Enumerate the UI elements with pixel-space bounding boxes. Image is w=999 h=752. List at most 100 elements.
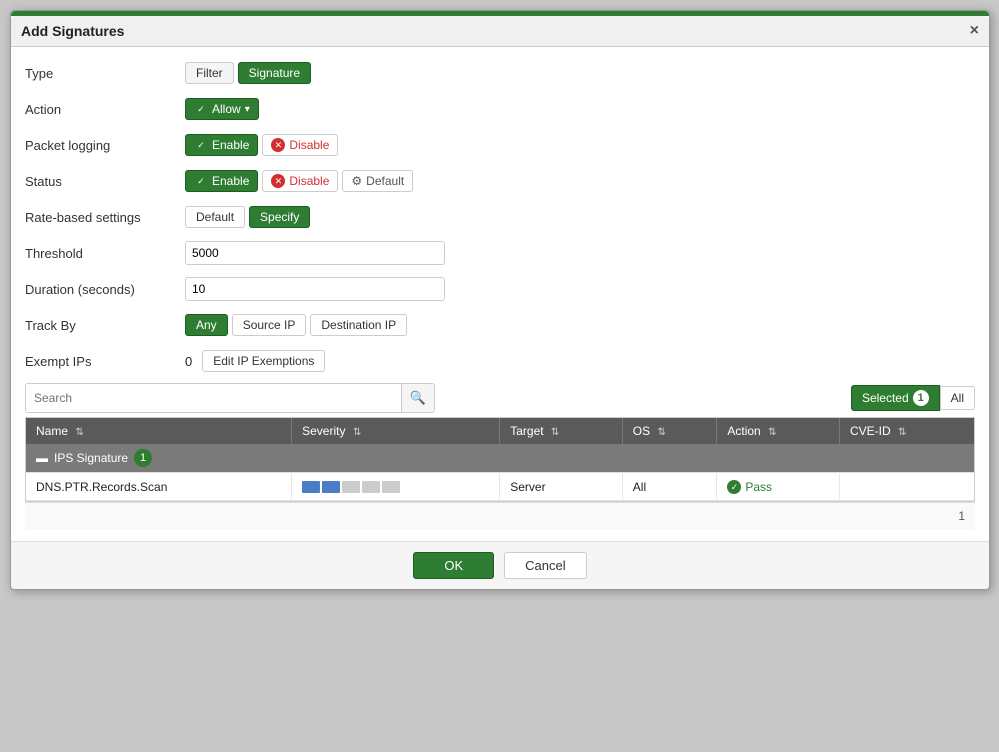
table-row[interactable]: DNS.PTR.Records.Scan Server All bbox=[26, 473, 974, 501]
all-button[interactable]: All bbox=[940, 386, 975, 410]
dialog-body: Type Filter Signature Action ✓ Allow ▾ P… bbox=[11, 47, 989, 541]
col-target[interactable]: Target ⇅ bbox=[500, 418, 623, 444]
allow-dropdown-arrow: ▾ bbox=[245, 104, 250, 115]
status-default-button[interactable]: ⚙ Default bbox=[342, 170, 413, 192]
search-icon: 🔍 bbox=[410, 390, 426, 405]
table-header-row: Name ⇅ Severity ⇅ Target ⇅ OS bbox=[26, 418, 974, 444]
status-enable-label: Enable bbox=[212, 174, 249, 188]
selected-all-container: Selected 1 All bbox=[851, 385, 975, 411]
selected-button[interactable]: Selected 1 bbox=[851, 385, 940, 411]
search-container: 🔍 bbox=[25, 383, 435, 413]
col-cve[interactable]: CVE-ID ⇅ bbox=[839, 418, 974, 444]
type-controls: Filter Signature bbox=[185, 62, 311, 84]
selected-badge: 1 bbox=[913, 390, 929, 406]
track-source-button[interactable]: Source IP bbox=[232, 314, 307, 336]
track-by-controls: Any Source IP Destination IP bbox=[185, 314, 407, 336]
exempt-count: 0 bbox=[185, 354, 192, 369]
threshold-row: Threshold bbox=[25, 239, 975, 267]
search-input[interactable] bbox=[26, 384, 401, 412]
collapse-icon[interactable]: ▬ bbox=[36, 451, 48, 465]
sev-block-3 bbox=[342, 481, 360, 493]
action-label: Action bbox=[25, 102, 185, 117]
dialog-title: Add Signatures bbox=[21, 23, 124, 39]
packet-logging-label: Packet logging bbox=[25, 138, 185, 153]
status-controls: ✓ Enable ✕ Disable ⚙ Default bbox=[185, 170, 413, 192]
severity-sort-icon: ⇅ bbox=[353, 427, 361, 438]
group-count: 1 bbox=[134, 449, 152, 467]
search-button[interactable]: 🔍 bbox=[401, 384, 434, 412]
track-by-label: Track By bbox=[25, 318, 185, 333]
edit-ip-button[interactable]: Edit IP Exemptions bbox=[202, 350, 325, 372]
rate-specify-button[interactable]: Specify bbox=[249, 206, 310, 228]
duration-row: Duration (seconds) bbox=[25, 275, 975, 303]
packet-logging-controls: ✓ Enable ✕ Disable bbox=[185, 134, 338, 156]
action-row: Action ✓ Allow ▾ bbox=[25, 95, 975, 123]
track-by-row: Track By Any Source IP Destination IP bbox=[25, 311, 975, 339]
status-enable-button[interactable]: ✓ Enable bbox=[185, 170, 258, 192]
action-controls: ✓ Allow ▾ bbox=[185, 98, 259, 120]
exempt-ips-row: Exempt IPs 0 Edit IP Exemptions bbox=[25, 347, 975, 375]
rate-based-row: Rate-based settings Default Specify bbox=[25, 203, 975, 231]
sev-block-2 bbox=[322, 481, 340, 493]
duration-controls bbox=[185, 277, 445, 301]
group-label: IPS Signature bbox=[54, 451, 128, 465]
close-button[interactable]: × bbox=[970, 22, 979, 40]
duration-label: Duration (seconds) bbox=[25, 282, 185, 297]
cell-cve bbox=[839, 473, 974, 501]
cve-sort-icon: ⇅ bbox=[898, 427, 906, 438]
cell-os: All bbox=[622, 473, 717, 501]
cell-action: ✓ Pass bbox=[717, 473, 840, 501]
action-allow-button[interactable]: ✓ Allow ▾ bbox=[185, 98, 259, 120]
name-sort-icon: ⇅ bbox=[75, 427, 83, 438]
type-row: Type Filter Signature bbox=[25, 59, 975, 87]
dialog-footer: OK Cancel bbox=[11, 541, 989, 589]
sev-block-1 bbox=[302, 481, 320, 493]
dialog-header: Add Signatures × bbox=[11, 16, 989, 47]
signatures-table-container: Name ⇅ Severity ⇅ Target ⇅ OS bbox=[25, 417, 975, 502]
threshold-controls bbox=[185, 241, 445, 265]
sev-block-5 bbox=[382, 481, 400, 493]
packet-enable-icon: ✓ bbox=[194, 138, 208, 152]
page-number: 1 bbox=[958, 509, 965, 523]
cell-target: Server bbox=[500, 473, 623, 501]
group-header-row: ▬ IPS Signature 1 bbox=[26, 444, 974, 473]
status-row: Status ✓ Enable ✕ Disable ⚙ Default bbox=[25, 167, 975, 195]
allow-label: Allow bbox=[212, 102, 241, 116]
rate-default-button[interactable]: Default bbox=[185, 206, 245, 228]
type-signature-button[interactable]: Signature bbox=[238, 62, 311, 84]
threshold-input[interactable] bbox=[185, 241, 445, 265]
status-disable-icon: ✕ bbox=[271, 174, 285, 188]
sev-block-4 bbox=[362, 481, 380, 493]
track-dest-button[interactable]: Destination IP bbox=[310, 314, 407, 336]
packet-enable-label: Enable bbox=[212, 138, 249, 152]
status-disable-label: Disable bbox=[289, 174, 329, 188]
rate-based-label: Rate-based settings bbox=[25, 210, 185, 225]
cell-name: DNS.PTR.Records.Scan bbox=[26, 473, 292, 501]
status-disable-button[interactable]: ✕ Disable bbox=[262, 170, 338, 192]
status-gear-icon: ⚙ bbox=[351, 174, 362, 188]
os-sort-icon: ⇅ bbox=[657, 427, 665, 438]
action-sort-icon: ⇅ bbox=[768, 427, 776, 438]
duration-input[interactable] bbox=[185, 277, 445, 301]
packet-disable-button[interactable]: ✕ Disable bbox=[262, 134, 338, 156]
selected-label: Selected bbox=[862, 391, 909, 405]
type-filter-button[interactable]: Filter bbox=[185, 62, 234, 84]
status-enable-icon: ✓ bbox=[194, 174, 208, 188]
pass-label: Pass bbox=[745, 480, 772, 494]
col-os[interactable]: OS ⇅ bbox=[622, 418, 717, 444]
track-any-button[interactable]: Any bbox=[185, 314, 228, 336]
allow-check-icon: ✓ bbox=[194, 102, 208, 116]
table-footer: 1 bbox=[25, 502, 975, 529]
threshold-label: Threshold bbox=[25, 246, 185, 261]
add-signatures-dialog: Add Signatures × Type Filter Signature A… bbox=[10, 10, 990, 590]
ok-button[interactable]: OK bbox=[413, 552, 494, 579]
packet-disable-label: Disable bbox=[289, 138, 329, 152]
table-body: ▬ IPS Signature 1 DNS.PTR.Records.Scan bbox=[26, 444, 974, 501]
col-action[interactable]: Action ⇅ bbox=[717, 418, 840, 444]
group-header: ▬ IPS Signature 1 bbox=[26, 444, 974, 472]
packet-disable-icon: ✕ bbox=[271, 138, 285, 152]
col-severity[interactable]: Severity ⇅ bbox=[292, 418, 500, 444]
packet-enable-button[interactable]: ✓ Enable bbox=[185, 134, 258, 156]
col-name[interactable]: Name ⇅ bbox=[26, 418, 292, 444]
cancel-button[interactable]: Cancel bbox=[504, 552, 586, 579]
